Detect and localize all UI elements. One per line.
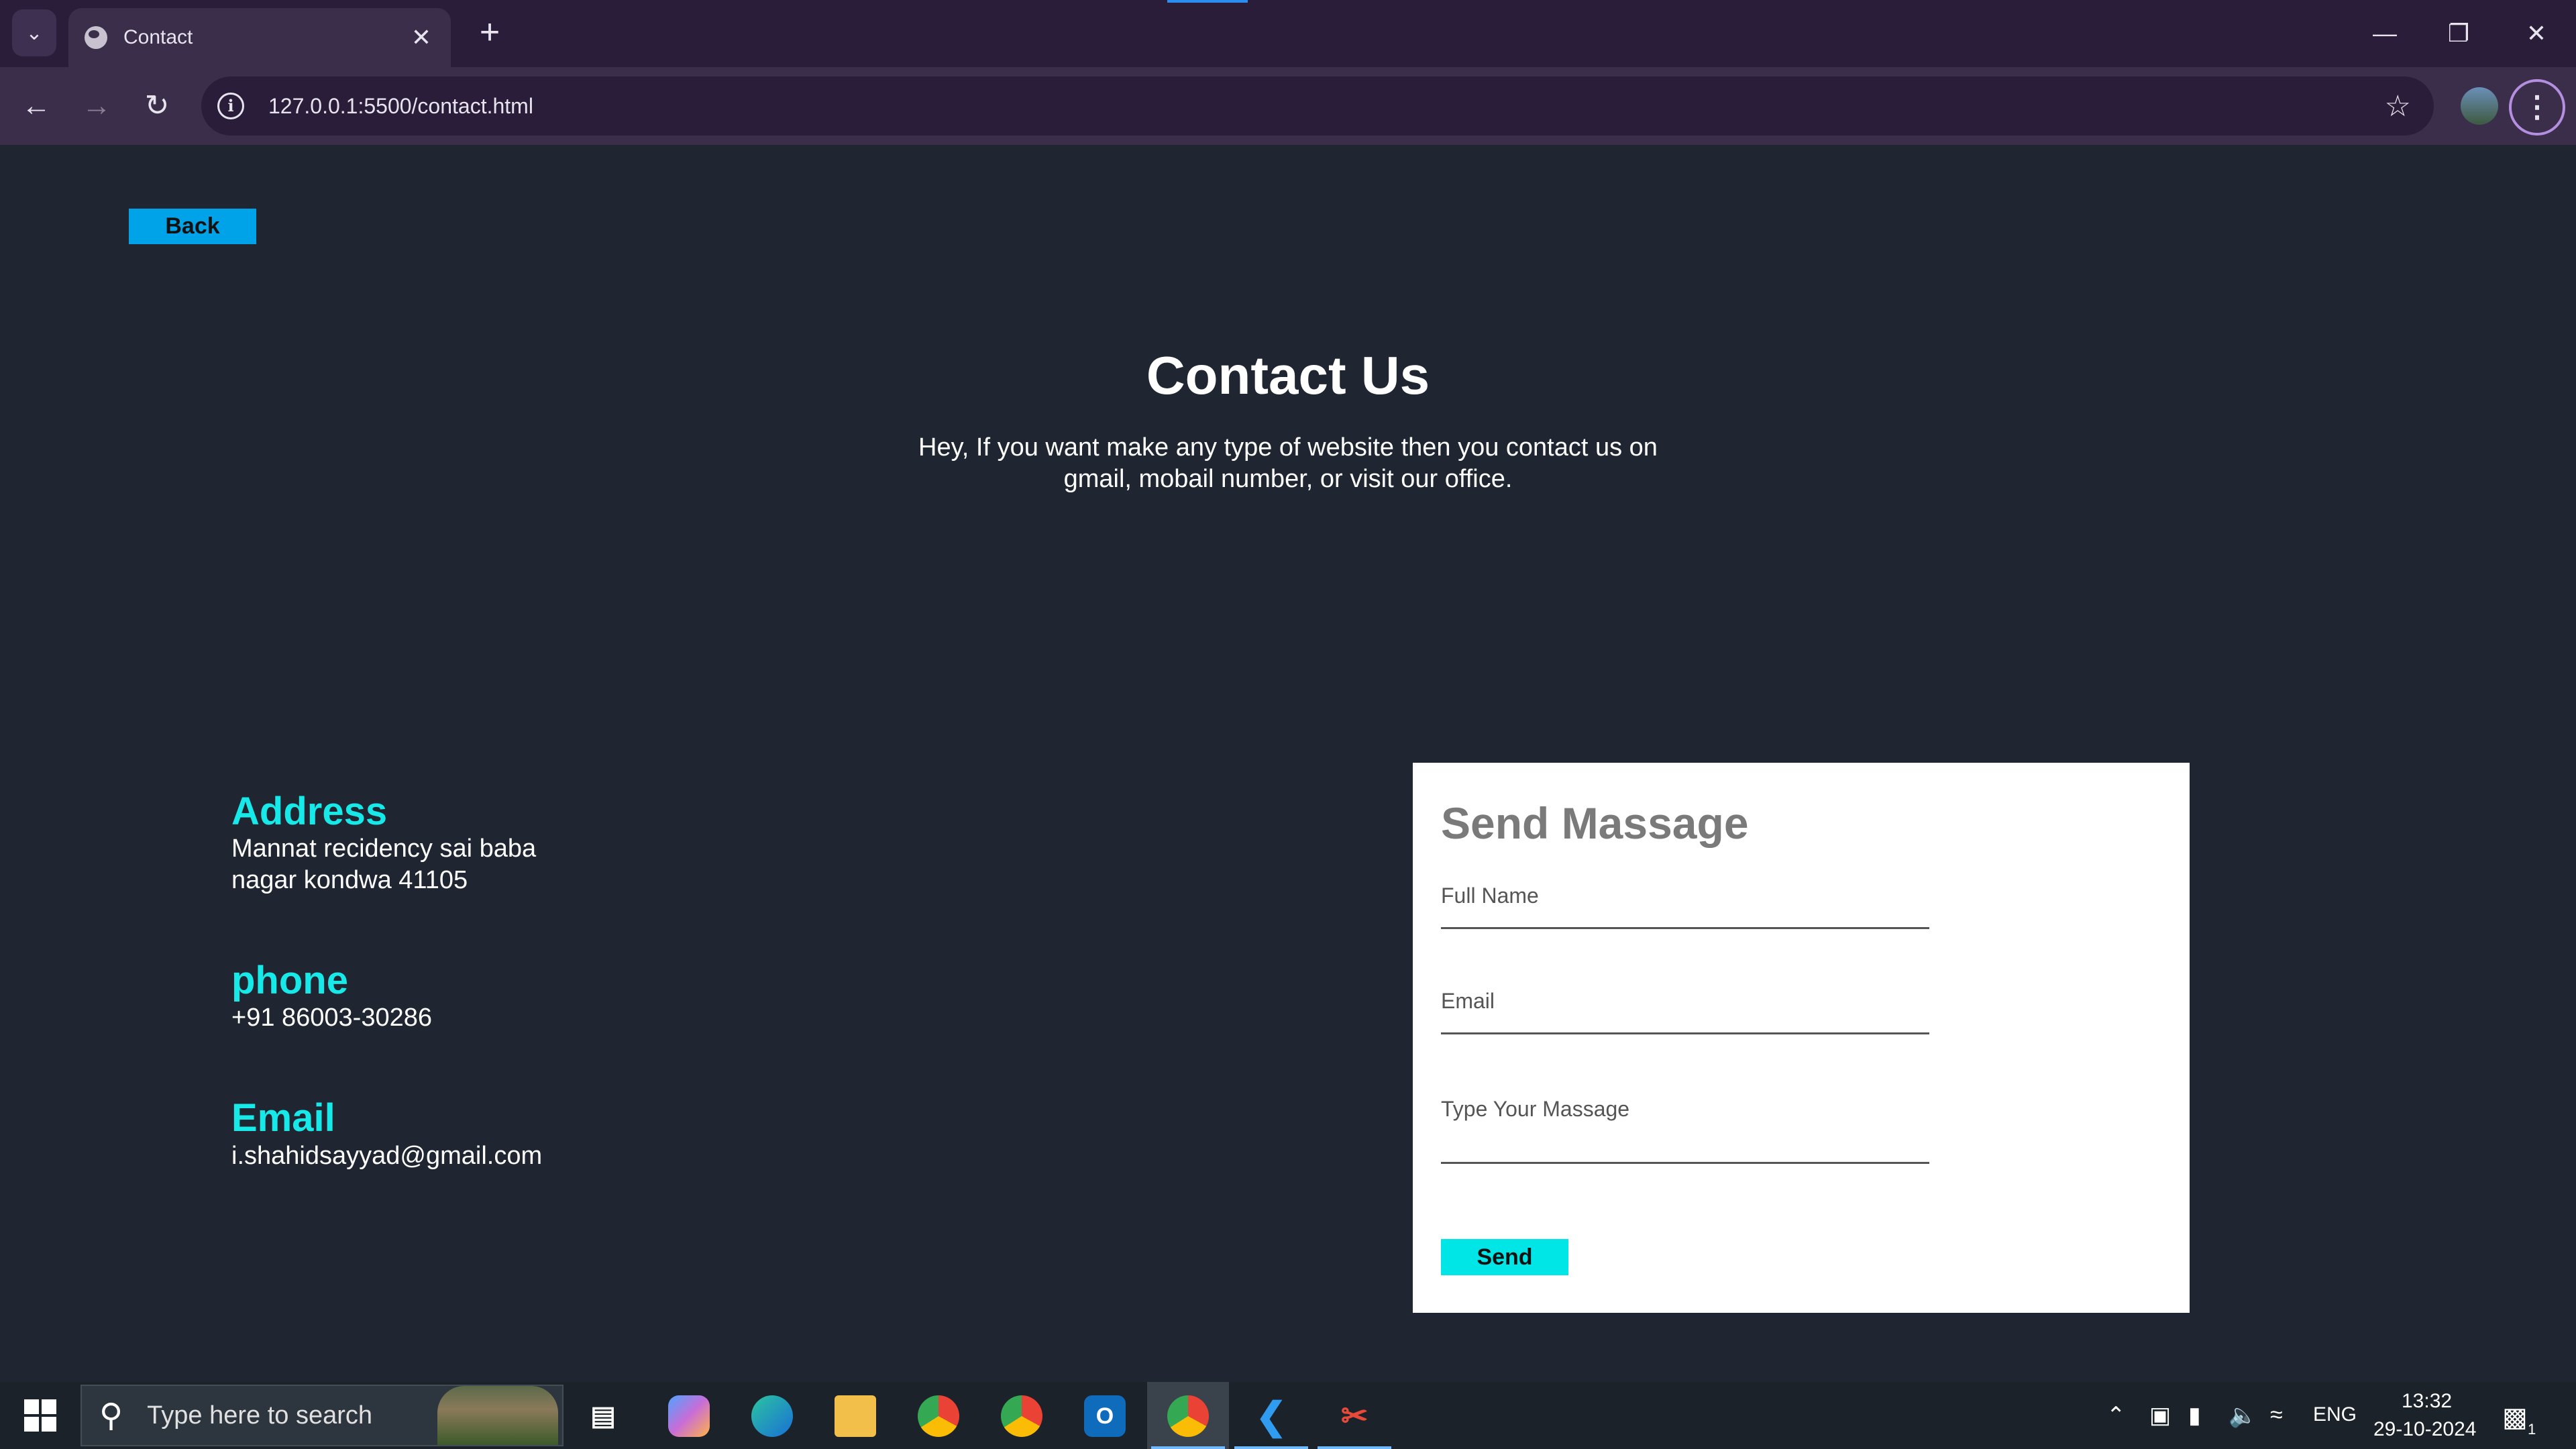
chrome-active-indicator: [1151, 1446, 1225, 1449]
copilot-icon[interactable]: [668, 1395, 710, 1437]
vscode-icon[interactable]: ❮: [1250, 1395, 1292, 1437]
form-title: Send Massage: [1441, 798, 1749, 848]
site-info-icon[interactable]: i: [217, 93, 244, 119]
reload-icon[interactable]: ↻: [136, 85, 178, 127]
taskbar-search[interactable]: ⚲ Type here to search: [80, 1385, 564, 1446]
windows-start-icon[interactable]: [13, 1394, 67, 1437]
snipping-tool-icon[interactable]: ✂: [1334, 1395, 1375, 1437]
address-text: Mannat recidency sai baba nagar kondwa 4…: [231, 833, 607, 896]
search-placeholder: Type here to search: [147, 1401, 373, 1430]
address-line-1: Mannat recidency sai baba: [231, 835, 537, 863]
vscode-indicator: [1234, 1446, 1308, 1449]
outlook-icon[interactable]: O: [1084, 1395, 1126, 1437]
address-heading: Address: [231, 790, 388, 833]
file-explorer-icon[interactable]: [835, 1395, 876, 1437]
email-field[interactable]: Email: [1441, 989, 1929, 1034]
browser-toolbar: ← → ↻ i 127.0.0.1:5500/contact.html ☆ ⋮: [0, 67, 2576, 145]
window-close-button[interactable]: ✕: [2506, 12, 2567, 55]
contact-form: Send Massage Full Name Email Type Your M…: [1413, 763, 2190, 1313]
message-placeholder: Type Your Massage: [1441, 1097, 1630, 1121]
send-button[interactable]: Send: [1441, 1239, 1568, 1275]
full-name-field[interactable]: Full Name: [1441, 883, 1929, 929]
search-icon: ⚲: [99, 1398, 123, 1434]
page-title: Contact Us: [1146, 345, 1430, 405]
chrome-icon[interactable]: [1001, 1395, 1042, 1437]
language-indicator[interactable]: ENG: [2313, 1403, 2357, 1426]
browser-tab-bar: ⌄ Contact ✕ + — ❐ ✕: [0, 0, 2576, 67]
back-button[interactable]: Back: [129, 209, 256, 244]
email-placeholder: Email: [1441, 989, 1495, 1013]
task-view-icon[interactable]: ▤: [582, 1395, 624, 1437]
phone-heading: phone: [231, 959, 348, 1002]
url-text[interactable]: 127.0.0.1:5500/contact.html: [268, 94, 2385, 119]
clock-date[interactable]: 29-10-2024: [2373, 1418, 2476, 1441]
search-highlight-image: [437, 1386, 558, 1445]
intro-text: Hey, If you want make any type of websit…: [918, 433, 1658, 493]
message-field[interactable]: Type Your Massage: [1441, 1097, 1929, 1164]
address-bar[interactable]: i 127.0.0.1:5500/contact.html ☆: [201, 76, 2434, 136]
chevron-down-icon: ⌄: [25, 21, 43, 44]
phone-text: +91 86003-30286: [231, 1004, 433, 1032]
battery-icon[interactable]: ▮: [2188, 1402, 2201, 1429]
tab-search-button[interactable]: ⌄: [12, 9, 56, 56]
browser-menu-icon[interactable]: ⋮: [2509, 79, 2565, 136]
volume-icon[interactable]: 🔈: [2229, 1402, 2257, 1429]
chevron-up-icon[interactable]: ⌃: [2106, 1402, 2126, 1429]
loading-indicator: [1167, 0, 1248, 3]
email-text: i.shahidsayyad@gmail.com: [231, 1142, 543, 1170]
address-line-2: nagar kondwa 41105: [231, 866, 468, 894]
tab-title: Contact: [123, 26, 193, 48]
globe-icon: [85, 26, 107, 49]
minimize-button[interactable]: —: [2355, 12, 2415, 55]
forward-arrow-icon[interactable]: →: [75, 85, 118, 127]
email-heading: Email: [231, 1096, 335, 1140]
profile-avatar[interactable]: [2461, 87, 2498, 125]
full-name-placeholder: Full Name: [1441, 883, 1539, 908]
edge-icon[interactable]: [751, 1395, 793, 1437]
back-arrow-icon[interactable]: ←: [15, 85, 58, 127]
notification-icon[interactable]: ▩: [2502, 1402, 2528, 1433]
taskbar: ⚲ Type here to search ▤ O ❮ ✂ ⌃ ▣ ▮ 🔈 ≈ …: [0, 1382, 2576, 1449]
new-tab-button[interactable]: +: [470, 13, 510, 54]
close-icon[interactable]: ✕: [408, 23, 435, 52]
browser-tab[interactable]: Contact ✕: [68, 8, 451, 67]
chrome-profile-icon[interactable]: [918, 1395, 959, 1437]
restore-button[interactable]: ❐: [2428, 12, 2489, 55]
chrome-active-icon[interactable]: [1167, 1395, 1209, 1437]
snipping-indicator: [1318, 1446, 1391, 1449]
notification-count: 1: [2528, 1421, 2536, 1438]
wifi-icon[interactable]: ≈: [2270, 1402, 2283, 1428]
clock-time[interactable]: 13:32: [2402, 1390, 2452, 1413]
meet-icon[interactable]: ▣: [2149, 1402, 2171, 1429]
bookmark-star-icon[interactable]: ☆: [2385, 89, 2411, 123]
